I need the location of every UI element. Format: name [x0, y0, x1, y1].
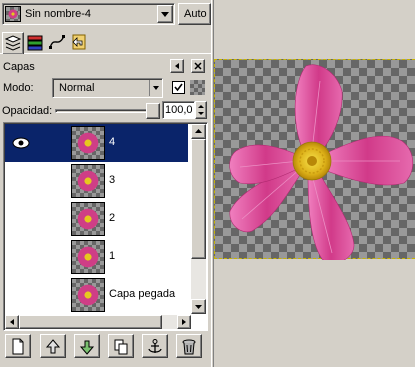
new-layer-icon [12, 338, 24, 355]
image-thumbnail [5, 6, 21, 22]
horizontal-scrollbar[interactable] [5, 315, 191, 329]
delete-layer-button[interactable] [176, 334, 202, 358]
image-selector-dropdown-button[interactable] [157, 5, 173, 23]
undo-history-icon [72, 34, 86, 50]
tab-paths[interactable] [46, 33, 68, 53]
arrow-right-icon [182, 319, 186, 325]
opacity-value: 100,0 [165, 104, 193, 116]
opacity-label: Opacidad: [2, 105, 53, 117]
lower-layer-icon [79, 340, 95, 355]
image-title: Sin nombre-4 [25, 8, 92, 20]
arrow-down-icon [195, 305, 202, 309]
visibility-toggle[interactable] [11, 212, 31, 226]
dock-tabs [0, 30, 212, 54]
layer-thumbnail [71, 278, 105, 312]
layer-row[interactable]: 3 [5, 162, 188, 200]
scroll-down-button[interactable] [191, 299, 206, 314]
delete-layer-icon [182, 339, 196, 355]
horizontal-scroll-thumb[interactable] [19, 315, 162, 329]
tab-undo-history[interactable] [68, 33, 90, 53]
layer-name: 1 [109, 250, 116, 262]
layer-list: 4 3 2 1 Capa pegada [3, 122, 208, 331]
scroll-thumb[interactable] [191, 139, 206, 259]
layer-name: 2 [109, 212, 116, 224]
chevron-down-icon [153, 86, 159, 90]
raise-layer-button[interactable] [40, 334, 66, 358]
opacity-slider-thumb[interactable] [146, 103, 160, 119]
auto-button-label: Auto [184, 8, 207, 20]
layer-row[interactable]: 1 [5, 238, 188, 276]
duplicate-layer-button[interactable] [108, 334, 134, 358]
layer-row[interactable]: 2 [5, 200, 188, 238]
visibility-toggle[interactable] [11, 174, 31, 188]
layer-row[interactable]: 4 [5, 124, 188, 162]
tab-layers[interactable] [2, 32, 24, 54]
lower-layer-button[interactable] [74, 334, 100, 358]
opacity-spin-button[interactable] [195, 101, 207, 119]
image-selector[interactable]: Sin nombre-4 [2, 3, 175, 25]
opacity-slider-track [55, 109, 160, 113]
anchor-layer-button[interactable] [142, 334, 168, 358]
paths-icon [49, 35, 65, 49]
layer-thumbnail [71, 202, 105, 236]
mode-select[interactable]: Normal [52, 78, 163, 98]
scroll-right-button[interactable] [177, 315, 191, 329]
triangle-left-icon [175, 63, 179, 69]
panel-menu-button[interactable] [170, 59, 184, 73]
opacity-input[interactable]: 100,0 [162, 101, 195, 119]
duplicate-layer-icon [114, 339, 128, 355]
layer-name: 3 [109, 174, 116, 186]
tab-channels[interactable] [24, 33, 46, 53]
eye-icon [12, 137, 30, 149]
layer-row[interactable]: Capa pegada [5, 276, 188, 314]
mode-label: Modo: [3, 82, 34, 94]
scroll-up-button[interactable] [191, 124, 206, 139]
layers-icon [4, 35, 22, 51]
visibility-toggle[interactable] [11, 288, 31, 302]
layer-thumbnail [71, 164, 105, 198]
panel-close-button[interactable] [191, 59, 205, 73]
scroll-left-button[interactable] [5, 315, 19, 329]
check-icon [174, 83, 183, 92]
layer-name: Capa pegada [109, 288, 176, 300]
panel-title: Capas [3, 61, 35, 73]
opacity-slider[interactable] [55, 103, 160, 119]
new-layer-button[interactable] [5, 334, 31, 358]
chevron-down-icon [161, 12, 169, 17]
visibility-toggle[interactable] [11, 250, 31, 264]
mode-value: Normal [59, 82, 95, 94]
vertical-scrollbar[interactable] [191, 124, 206, 314]
auto-button[interactable]: Auto [178, 3, 211, 25]
channels-icon [27, 35, 43, 51]
mode-select-arrow[interactable] [149, 80, 161, 96]
layer-rows: 4 3 2 1 Capa pegada [5, 124, 190, 314]
transparency-icon [190, 80, 205, 95]
anchor-layer-icon [148, 339, 162, 353]
raise-layer-icon [45, 339, 61, 354]
visibility-toggle[interactable] [11, 136, 31, 150]
image-canvas[interactable] [214, 59, 415, 260]
close-icon [194, 62, 202, 70]
layer-name: 4 [109, 136, 116, 148]
layer-thumbnail [71, 240, 105, 274]
flower-image [229, 64, 414, 260]
arrow-left-icon [10, 319, 14, 325]
layer-thumbnail [71, 126, 105, 160]
preserve-transparency-checkbox[interactable] [172, 81, 185, 94]
arrow-up-icon [195, 129, 202, 133]
spin-arrows-icon [198, 105, 204, 115]
